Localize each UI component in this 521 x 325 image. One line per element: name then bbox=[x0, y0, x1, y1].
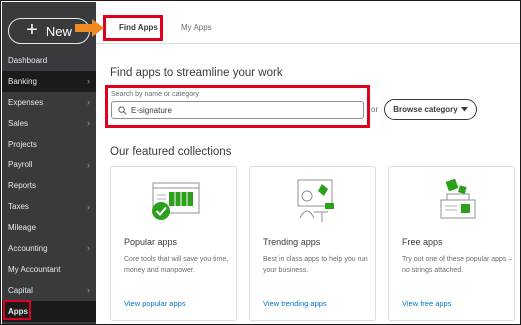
plus-icon: + bbox=[26, 19, 38, 41]
sidebar-item-label: Sales bbox=[8, 118, 29, 128]
sidebar-item-projects[interactable]: Projects bbox=[2, 134, 96, 155]
sidebar-item-capital[interactable]: Capital › bbox=[2, 280, 96, 301]
trending-person-icon bbox=[297, 179, 334, 222]
app-window-icon bbox=[151, 182, 199, 220]
trending-apps-card[interactable]: Trending apps Best in class apps to help… bbox=[249, 166, 376, 321]
tab-my-apps[interactable]: My Apps bbox=[181, 23, 212, 32]
popular-apps-illustration bbox=[111, 167, 236, 233]
chevron-right-icon: › bbox=[87, 118, 90, 129]
popular-apps-card[interactable]: Popular apps Core tools that will save y… bbox=[110, 166, 237, 321]
gift-box-icon bbox=[440, 178, 475, 219]
card-description: Try out one of these popular apps – no s… bbox=[402, 256, 513, 274]
sidebar-item-accounting[interactable]: Accounting › bbox=[2, 238, 96, 259]
chevron-right-icon: › bbox=[87, 201, 90, 212]
card-description: Best in class apps to help you run your … bbox=[263, 256, 368, 274]
sidebar-item-expenses[interactable]: Expenses › bbox=[2, 92, 96, 113]
featured-heading: Our featured collections bbox=[110, 146, 232, 158]
sidebar-item-label: Expenses bbox=[8, 97, 44, 107]
sidebar-item-my-accountant[interactable]: My Accountant bbox=[2, 259, 96, 280]
sidebar-item-banking[interactable]: Banking › bbox=[2, 70, 96, 92]
sidebar-item-label: Banking bbox=[8, 76, 37, 86]
chevron-right-icon: › bbox=[87, 76, 90, 87]
sidebar: + New Dashboard Banking › Expenses › Sales… bbox=[2, 2, 96, 324]
sidebar-nav: Dashboard Banking › Expenses › Sales › Proj… bbox=[2, 50, 96, 322]
page-heading: Find apps to streamline your work bbox=[110, 67, 283, 79]
sidebar-item-label: My Accountant bbox=[8, 264, 61, 274]
browse-category-label: Browse category bbox=[393, 105, 458, 114]
sidebar-item-sales[interactable]: Sales › bbox=[2, 113, 96, 134]
free-apps-card[interactable]: Free apps Try out one of these popular a… bbox=[388, 166, 515, 321]
sidebar-item-label: Reports bbox=[8, 181, 37, 191]
sidebar-item-taxes[interactable]: Taxes › bbox=[2, 196, 96, 217]
app-frame: + New Dashboard Banking › Expenses › Sales… bbox=[0, 0, 521, 325]
find-apps-highlight-box bbox=[103, 15, 163, 41]
sidebar-item-dashboard[interactable]: Dashboard bbox=[2, 50, 96, 71]
sidebar-item-mileage[interactable]: Mileage bbox=[2, 217, 96, 238]
sidebar-item-label: Capital bbox=[8, 285, 33, 295]
or-separator: or bbox=[371, 105, 379, 114]
caret-down-icon bbox=[460, 107, 468, 112]
view-trending-apps-link[interactable]: View trending apps bbox=[263, 299, 327, 308]
sidebar-item-label: Taxes bbox=[8, 202, 29, 212]
chevron-right-icon: › bbox=[87, 243, 90, 254]
chevron-right-icon: › bbox=[87, 285, 90, 296]
view-popular-apps-link[interactable]: View popular apps bbox=[124, 299, 186, 308]
pointer-arrow-icon bbox=[75, 19, 104, 37]
sidebar-item-label: Mileage bbox=[8, 223, 37, 233]
chevron-right-icon: › bbox=[87, 159, 90, 170]
sidebar-item-reports[interactable]: Reports bbox=[2, 175, 96, 196]
new-button-label: New bbox=[45, 23, 72, 39]
card-title: Trending apps bbox=[263, 237, 321, 247]
view-free-apps-link[interactable]: View free apps bbox=[402, 299, 451, 308]
sidebar-item-label: Dashboard bbox=[8, 55, 48, 65]
card-description: Core tools that will save you time, mone… bbox=[124, 256, 229, 274]
sidebar-item-payroll[interactable]: Payroll › bbox=[2, 154, 96, 175]
free-apps-illustration bbox=[389, 167, 514, 233]
card-title: Free apps bbox=[402, 237, 443, 247]
card-title: Popular apps bbox=[124, 237, 178, 247]
search-highlight-box bbox=[105, 85, 370, 128]
sidebar-item-label: Accounting bbox=[8, 243, 48, 253]
chevron-right-icon: › bbox=[87, 97, 90, 108]
browse-category-button[interactable]: Browse category bbox=[384, 99, 477, 120]
sidebar-item-label: Projects bbox=[8, 139, 37, 149]
sidebar-item-label: Payroll bbox=[8, 160, 33, 170]
trending-apps-illustration bbox=[250, 167, 375, 233]
apps-highlight-box bbox=[3, 300, 31, 320]
